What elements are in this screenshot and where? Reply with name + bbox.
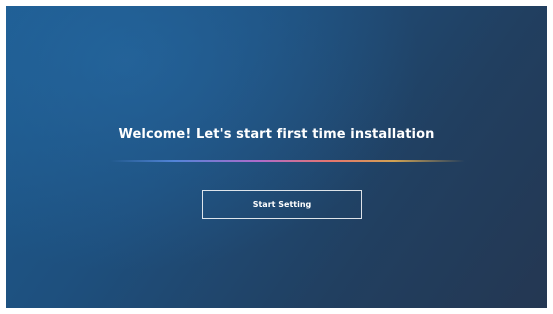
start-setting-button[interactable]: Start Setting xyxy=(202,190,362,219)
gradient-divider xyxy=(110,160,465,162)
setup-screen: Welcome! Let's start first time installa… xyxy=(6,6,547,308)
welcome-message: Welcome! Let's start first time installa… xyxy=(118,127,435,142)
